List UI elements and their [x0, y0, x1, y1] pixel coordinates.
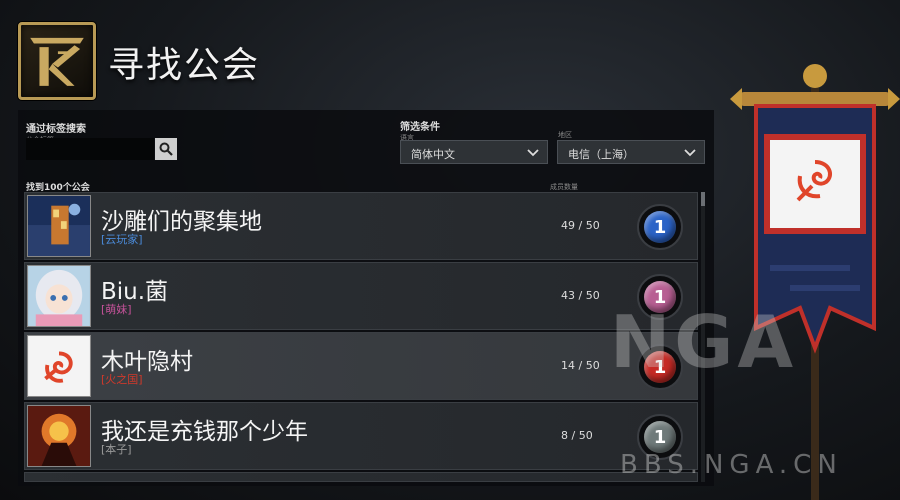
- region-label: 地区: [558, 131, 572, 139]
- guild-level-badge: 1: [637, 204, 683, 250]
- guild-tag: [本子]: [101, 443, 132, 456]
- search-icon: [159, 142, 173, 156]
- chevron-down-icon: [527, 149, 539, 157]
- scrollbar-thumb[interactable]: [701, 192, 705, 206]
- guild-row[interactable]: 我还是充钱那个少年 [本子] 8 / 50 1: [24, 402, 698, 470]
- members-column-header: 成员数量: [550, 183, 578, 191]
- guild-tag: [萌妹]: [101, 303, 132, 316]
- guild-tag: [云玩家]: [101, 233, 143, 246]
- watermark-url: BBS.NGA.CN: [620, 450, 843, 480]
- guild-row[interactable]: Biu.菌 [萌妹] 43 / 50 1: [24, 262, 698, 330]
- guild-avatar: [27, 195, 91, 257]
- watermark-logo: NGA: [610, 300, 798, 384]
- member-count: 8 / 50: [561, 429, 593, 442]
- chevron-down-icon: [684, 149, 696, 157]
- search-label: 通过标签搜索: [26, 124, 86, 135]
- guild-avatar: [27, 265, 91, 327]
- guild-level: 1: [644, 421, 676, 453]
- search-input[interactable]: [26, 138, 154, 160]
- member-count: 49 / 50: [561, 219, 600, 232]
- guild-row[interactable]: 木叶隐村 [火之国] 14 / 50 1: [24, 332, 698, 400]
- region-select-value: 电信（上海）: [568, 148, 634, 161]
- region-select[interactable]: 电信（上海）: [557, 140, 705, 164]
- guild-row[interactable]: 沙雕们的聚集地 [云玩家] 49 / 50 1: [24, 192, 698, 260]
- filter-label: 筛选条件: [400, 122, 440, 133]
- guild-level: 1: [644, 211, 676, 243]
- page-title: 寻找公会: [108, 45, 261, 86]
- guild-row[interactable]: [24, 472, 698, 482]
- guild-logo-icon: [18, 22, 96, 100]
- language-select-value: 简体中文: [411, 148, 455, 161]
- member-count: 14 / 50: [561, 359, 600, 372]
- language-select[interactable]: 简体中文: [400, 140, 548, 164]
- member-count: 43 / 50: [561, 289, 600, 302]
- guild-banner-icon: [730, 64, 900, 500]
- guild-tag: [火之国]: [101, 373, 143, 386]
- guild-finder-panel: 通过标签搜索 公会标签 筛选条件 语言 地区 简体中文 电信（上海） 找到100…: [18, 110, 714, 486]
- guild-avatar: [27, 405, 91, 467]
- guild-avatar: [27, 335, 91, 397]
- search-button[interactable]: [155, 138, 177, 160]
- guild-name: 我还是充钱那个少年: [101, 419, 308, 445]
